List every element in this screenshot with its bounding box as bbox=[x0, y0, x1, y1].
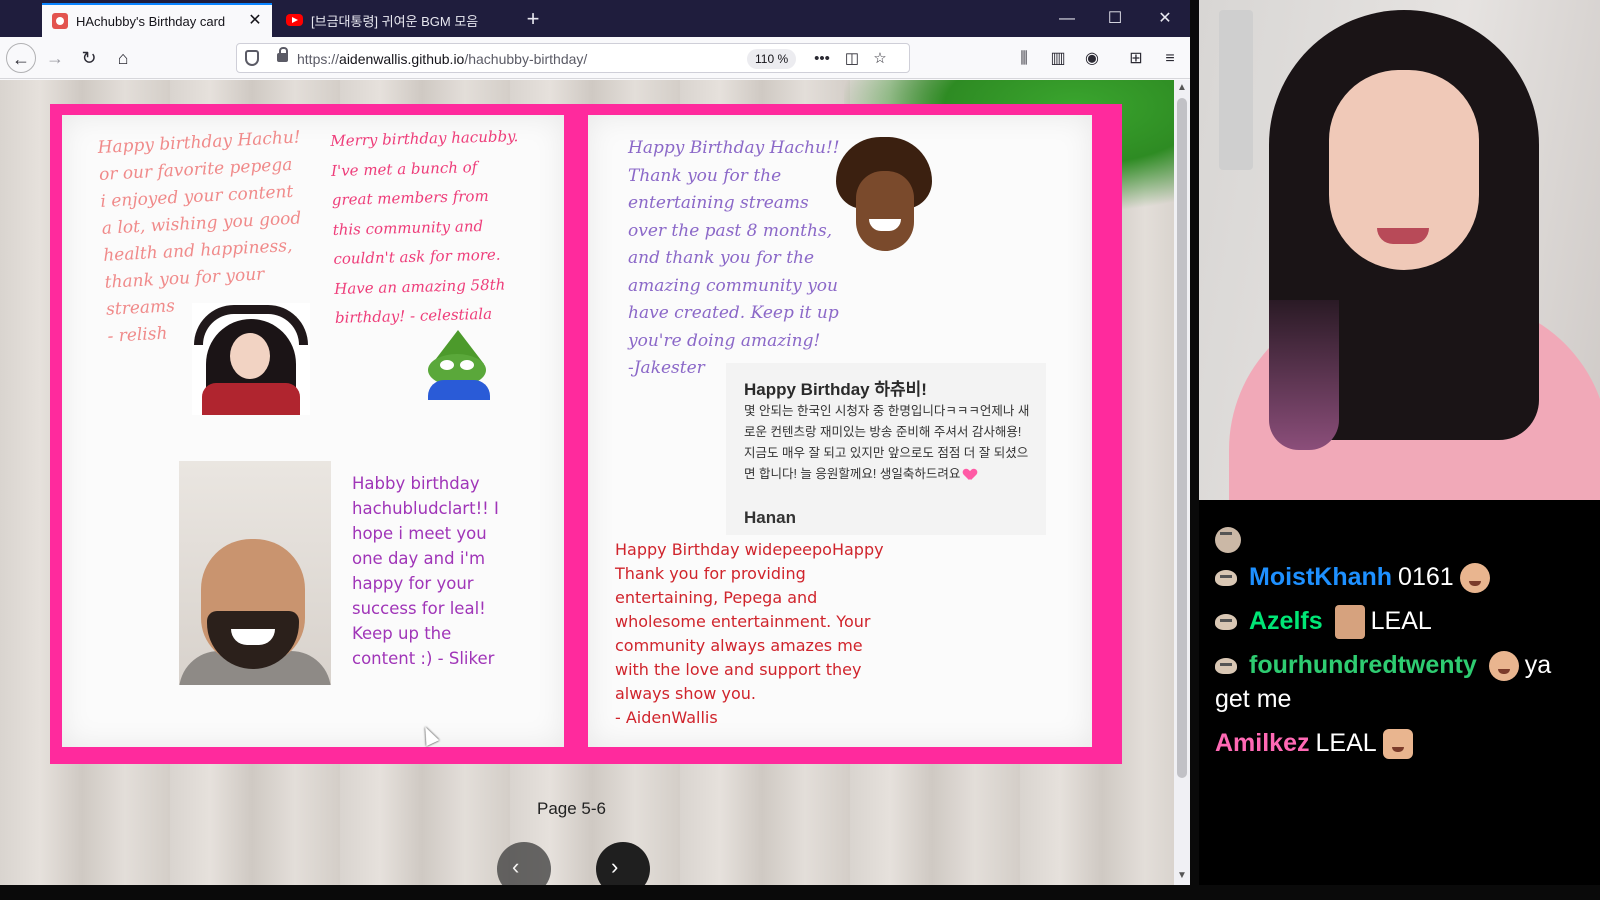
taskbar-strip bbox=[0, 885, 1600, 900]
page-scrollbar[interactable]: ▲ ▼ bbox=[1174, 80, 1190, 885]
close-window-button[interactable]: ✕ bbox=[1142, 4, 1188, 34]
url-scheme: https:// bbox=[297, 51, 340, 67]
badge-icon bbox=[1215, 658, 1237, 675]
close-tab-icon[interactable]: ✕ bbox=[246, 12, 264, 30]
message-jakester: Happy Birthday Hachu!! Thank you for the… bbox=[628, 138, 840, 378]
card-page-right: Happy Birthday Hachu!! Thank you for the… bbox=[588, 115, 1092, 747]
tab-birthday-card[interactable]: HAchubby's Birthday card ✕ bbox=[42, 3, 272, 37]
chat-text: 0161 bbox=[1398, 563, 1454, 591]
scroll-thumb[interactable] bbox=[1177, 98, 1187, 778]
message-hanan: Happy Birthday 하츄비! 몇 안되는 한국인 시청자 중 한명입니… bbox=[726, 363, 1046, 535]
birthday-card-favicon-icon bbox=[52, 13, 68, 29]
minimize-button[interactable]: — bbox=[1044, 4, 1090, 34]
sidebar-icon[interactable]: ▥ bbox=[1046, 47, 1070, 71]
home-button[interactable]: ⌂ bbox=[108, 43, 138, 73]
chat-message: Azelfs LEAL bbox=[1215, 604, 1588, 640]
bookmark-star-icon[interactable]: ☆ bbox=[869, 48, 891, 70]
chat-message: MoistKhanh 0161 bbox=[1215, 560, 1588, 594]
chat-text: LEAL bbox=[1315, 729, 1377, 757]
url-domain: aidenwallis.github.io bbox=[339, 51, 465, 67]
webcam-feed bbox=[1199, 0, 1600, 500]
tab-bar: HAchubby's Birthday card ✕ [브금대통령] 귀여운 B… bbox=[0, 0, 1190, 37]
url-bar[interactable]: https://aidenwallis.github.io/hachubby-b… bbox=[236, 43, 910, 73]
card-page-left: Happy birthday Hachu! or our favorite pe… bbox=[62, 115, 564, 747]
library-icon[interactable]: ⫼ bbox=[1012, 47, 1036, 71]
hanan-body: 몇 안되는 한국인 시청자 중 한명입니다ㅋㅋㅋ언제나 새로운 컨텐츠랑 재미있… bbox=[744, 401, 1034, 485]
extensions-icon[interactable]: ⊞ bbox=[1124, 47, 1148, 71]
hanan-signature: Hanan bbox=[744, 508, 796, 527]
sliker-photo bbox=[179, 461, 331, 685]
badge-icon bbox=[1215, 614, 1237, 631]
chat-username[interactable]: Amilkez bbox=[1215, 729, 1309, 757]
message-aidenwallis: Happy Birthday widepeepoHappy Thank you … bbox=[615, 540, 884, 727]
account-icon[interactable]: ◉ bbox=[1080, 47, 1104, 71]
url-text[interactable]: https://aidenwallis.github.io/hachubby-b… bbox=[297, 51, 587, 67]
chat-message bbox=[1215, 522, 1588, 556]
heart-icon bbox=[964, 469, 976, 480]
emote-icon bbox=[1459, 563, 1490, 594]
browser-window: HAchubby's Birthday card ✕ [브금대통령] 귀여운 B… bbox=[0, 0, 1190, 885]
chat-username[interactable]: fourhundredtwenty bbox=[1249, 651, 1477, 679]
chat-panel: MoistKhanh 0161 Azelfs LEAL fourhundredtwe… bbox=[1199, 500, 1600, 885]
maximize-button[interactable]: ☐ bbox=[1092, 4, 1138, 34]
navigation-toolbar: ← → ↻ ⌂ https://aidenwallis.github.io/ha… bbox=[0, 37, 1190, 79]
menu-icon[interactable]: ≡ bbox=[1158, 47, 1182, 71]
chevron-right-icon: › bbox=[611, 854, 619, 879]
chat-username[interactable]: MoistKhanh bbox=[1249, 563, 1392, 591]
hanan-body-text: 몇 안되는 한국인 시청자 중 한명입니다ㅋㅋㅋ언제나 새로운 컨텐츠랑 재미있… bbox=[744, 404, 1030, 481]
chat-username[interactable]: Azelfs bbox=[1249, 607, 1323, 635]
pepe-emote-image bbox=[424, 330, 494, 400]
scroll-down-arrow-icon[interactable]: ▼ bbox=[1177, 870, 1187, 881]
new-tab-button[interactable]: + bbox=[520, 6, 546, 32]
message-celestiala: Merry birthday hacubby. I've met a bunch… bbox=[330, 127, 519, 327]
page-number-label: Page 5-6 bbox=[537, 799, 606, 818]
chat-text: LEAL bbox=[1370, 607, 1432, 635]
tracking-protection-shield-icon[interactable] bbox=[245, 50, 259, 66]
zoom-indicator[interactable]: 110 % bbox=[747, 49, 797, 69]
page-viewport: Happy birthday Hachu! or our favorite pe… bbox=[0, 80, 1174, 885]
previous-page-button[interactable]: ‹ bbox=[497, 842, 551, 885]
reload-button[interactable]: ↻ bbox=[74, 43, 104, 73]
url-path: /hachubby-birthday/ bbox=[464, 51, 588, 67]
tab-title: HAchubby's Birthday card bbox=[76, 13, 226, 29]
tab-bgm[interactable]: [브금대통령] 귀여운 BGM 모음 bbox=[276, 3, 512, 37]
pocket-icon[interactable]: ◫ bbox=[841, 48, 863, 70]
next-page-button[interactable]: › bbox=[596, 842, 650, 885]
emote-icon bbox=[1215, 527, 1241, 554]
chat-message: Amilkez LEAL bbox=[1215, 726, 1588, 760]
lock-icon[interactable] bbox=[277, 47, 288, 62]
tab-title: [브금대통령] 귀여운 BGM 모음 bbox=[311, 13, 479, 29]
emote-icon bbox=[1488, 651, 1519, 682]
emote-icon bbox=[1382, 729, 1413, 760]
badge-icon bbox=[1215, 570, 1237, 587]
birthday-card: Happy birthday Hachu! or our favorite pe… bbox=[50, 104, 1122, 764]
heart-pose-photo bbox=[192, 303, 310, 415]
message-sliker: Habby birthday hachubludclart!! I hope i… bbox=[352, 474, 499, 668]
hanan-title: Happy Birthday 하츄비! bbox=[744, 380, 927, 399]
scroll-up-arrow-icon[interactable]: ▲ bbox=[1177, 82, 1187, 93]
youtube-favicon-icon bbox=[286, 14, 303, 26]
back-button[interactable]: ← bbox=[6, 43, 36, 73]
emote-icon bbox=[1334, 605, 1365, 640]
forward-button[interactable]: → bbox=[40, 43, 70, 73]
chat-message: fourhundredtwenty ya get me bbox=[1215, 648, 1588, 716]
more-actions-icon[interactable]: ••• bbox=[811, 48, 833, 70]
chevron-left-icon: ‹ bbox=[512, 854, 520, 879]
jakester-photo bbox=[836, 137, 932, 255]
